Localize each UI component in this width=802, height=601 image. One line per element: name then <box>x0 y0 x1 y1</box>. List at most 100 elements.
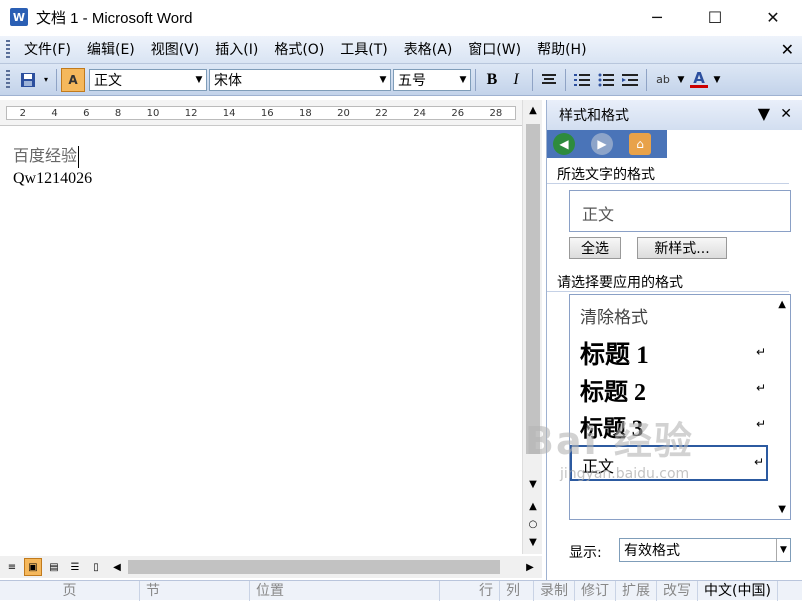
italic-button[interactable]: I <box>504 68 528 92</box>
doc-close-icon[interactable]: ✕ <box>781 40 794 59</box>
bold-button[interactable]: B <box>480 68 504 92</box>
status-track[interactable]: 修订 <box>575 580 616 601</box>
status-column[interactable]: 列 <box>500 580 534 601</box>
font-color-button[interactable]: A <box>687 68 711 92</box>
menu-view[interactable]: 视图(V) <box>143 38 208 62</box>
chevron-down-icon[interactable]: ▼ <box>675 68 687 92</box>
normal-view-icon[interactable]: ≡ <box>3 558 21 576</box>
select-all-button[interactable]: 全选 <box>569 237 621 259</box>
status-line[interactable]: 行 <box>440 580 500 601</box>
print-view-icon[interactable]: ▤ <box>45 558 63 576</box>
list-scroll-down-icon[interactable]: ▼ <box>778 504 786 515</box>
ruler-tick: 28 <box>489 107 503 119</box>
menu-tools[interactable]: 工具(T) <box>332 38 395 62</box>
baidu-watermark: Bai 经验 <box>525 419 694 463</box>
chevron-down-icon[interactable]: ▼ <box>376 70 390 90</box>
style-item-clear[interactable]: 清除格式 <box>580 303 760 328</box>
paragraph-mark-icon: ↵ <box>755 345 766 359</box>
reading-view-icon[interactable]: ▯ <box>87 558 105 576</box>
ruler-tick: 18 <box>298 107 312 119</box>
toolbar-grip[interactable] <box>6 69 10 90</box>
font-color-underline <box>690 85 708 88</box>
toolbar-options-icon[interactable]: ▾ <box>40 68 52 92</box>
chevron-down-icon[interactable]: ▼ <box>776 539 790 561</box>
forward-icon[interactable]: ▶ <box>591 133 613 155</box>
ruler-scale: 2 4 6 8 10 12 14 16 18 20 22 24 26 28 <box>6 106 516 120</box>
home-icon[interactable]: ⌂ <box>629 133 651 155</box>
menu-help[interactable]: 帮助(H) <box>529 38 594 62</box>
style-list[interactable]: 清除格式 标题 1 ↵ 标题 2 ↵ 标题 3 ↵ 正文 ↵ ▲ ▼ <box>569 294 791 520</box>
status-page[interactable]: 页 <box>0 580 140 601</box>
menu-table[interactable]: 表格(A) <box>396 38 461 62</box>
highlight-icon[interactable]: ab <box>651 68 675 92</box>
status-position[interactable]: 位置 <box>250 580 440 601</box>
document-line[interactable]: Qw1214026 <box>13 170 92 188</box>
styles-pane-icon[interactable]: A <box>61 67 85 92</box>
style-combo-value: 正文 <box>94 72 122 89</box>
font-color-label: A <box>693 69 705 87</box>
status-overtype[interactable]: 改写 <box>657 580 698 601</box>
vertical-scrollbar[interactable]: ▲ ▼ ▲ ○ ▼ <box>522 100 542 554</box>
status-language[interactable]: 中文(中国) <box>698 580 778 601</box>
ruler-tick: 12 <box>184 107 198 119</box>
horizontal-scrollbar[interactable]: ≡ ▣ ▤ ☰ ▯ ◀ ▶ <box>0 556 542 578</box>
indent-icon[interactable] <box>618 68 642 92</box>
menu-grip[interactable] <box>6 39 10 60</box>
baidu-watermark-url: jingyan.baidu.com <box>560 466 690 482</box>
title-bar: W 文档 1 - Microsoft Word ─ ☐ ✕ <box>0 0 802 34</box>
horizontal-ruler[interactable]: 2 4 6 8 10 12 14 16 18 20 22 24 26 28 <box>0 100 522 126</box>
new-style-button[interactable]: 新样式... <box>637 237 727 259</box>
align-center-icon[interactable] <box>537 68 561 92</box>
menu-insert[interactable]: 插入(I) <box>207 38 266 62</box>
vertical-scroll-thumb[interactable] <box>526 124 540 454</box>
selected-format-box[interactable]: 正文 <box>569 190 791 232</box>
formatting-toolbar: ▾ A 正文 ▼ 宋体 ▼ 五号 ▼ B I ab ▼ A ▼ <box>0 64 802 96</box>
back-icon[interactable]: ◀ <box>553 133 575 155</box>
scroll-left-icon[interactable]: ◀ <box>108 558 126 576</box>
chevron-down-icon[interactable]: ▼ <box>456 70 470 90</box>
next-page-icon[interactable]: ▼ <box>523 532 543 552</box>
status-extend[interactable]: 扩展 <box>616 580 657 601</box>
chevron-down-icon[interactable]: ▼ <box>711 68 723 92</box>
style-item-heading2[interactable]: 标题 2 <box>580 372 760 407</box>
menu-window[interactable]: 窗口(W) <box>460 38 529 62</box>
minimize-button[interactable]: ─ <box>628 0 686 34</box>
document-line[interactable]: 百度经验 <box>13 142 80 169</box>
menu-file[interactable]: 文件(F) <box>16 38 79 62</box>
numbered-list-icon[interactable] <box>570 68 594 92</box>
list-scroll-up-icon[interactable]: ▲ <box>778 299 786 310</box>
scroll-right-icon[interactable]: ▶ <box>521 558 539 576</box>
show-filter-combo[interactable]: 有效格式 ▼ <box>619 538 791 562</box>
style-combo[interactable]: 正文 ▼ <box>89 68 207 91</box>
pane-menu-icon[interactable]: ▼ <box>758 104 770 123</box>
document-area[interactable]: 百度经验 Qw1214026 <box>0 126 522 554</box>
outline-view-icon[interactable]: ☰ <box>66 558 84 576</box>
scroll-up-icon[interactable]: ▲ <box>523 100 543 120</box>
size-combo[interactable]: 五号 ▼ <box>393 68 471 91</box>
style-item-heading1[interactable]: 标题 1 <box>580 335 760 371</box>
toolbar-separator <box>56 68 57 91</box>
prev-page-icon[interactable]: ▲ <box>523 496 543 516</box>
size-combo-value: 五号 <box>398 72 426 89</box>
window-title: 文档 1 - Microsoft Word <box>36 9 193 27</box>
browse-object-icon[interactable]: ○ <box>523 514 543 534</box>
menu-format[interactable]: 格式(O) <box>266 38 332 62</box>
ruler-tick: 26 <box>451 107 465 119</box>
save-icon[interactable] <box>16 68 40 92</box>
horizontal-scroll-thumb[interactable] <box>128 560 500 574</box>
chevron-down-icon[interactable]: ▼ <box>192 70 206 90</box>
font-combo[interactable]: 宋体 ▼ <box>209 68 391 91</box>
status-section[interactable]: 节 <box>140 580 250 601</box>
paragraph-mark-icon: ↵ <box>755 381 766 395</box>
toolbar-separator <box>475 68 476 91</box>
bullet-list-icon[interactable] <box>594 68 618 92</box>
toolbar-separator <box>532 68 533 91</box>
web-view-icon[interactable]: ▣ <box>24 558 42 576</box>
menu-edit[interactable]: 编辑(E) <box>79 38 143 62</box>
status-record[interactable]: 录制 <box>534 580 575 601</box>
menu-bar: 文件(F) 编辑(E) 视图(V) 插入(I) 格式(O) 工具(T) 表格(A… <box>0 36 802 64</box>
pane-close-icon[interactable]: ✕ <box>780 106 792 122</box>
maximize-button[interactable]: ☐ <box>686 0 744 34</box>
scroll-down-icon[interactable]: ▼ <box>523 474 543 494</box>
close-button[interactable]: ✕ <box>744 0 802 34</box>
